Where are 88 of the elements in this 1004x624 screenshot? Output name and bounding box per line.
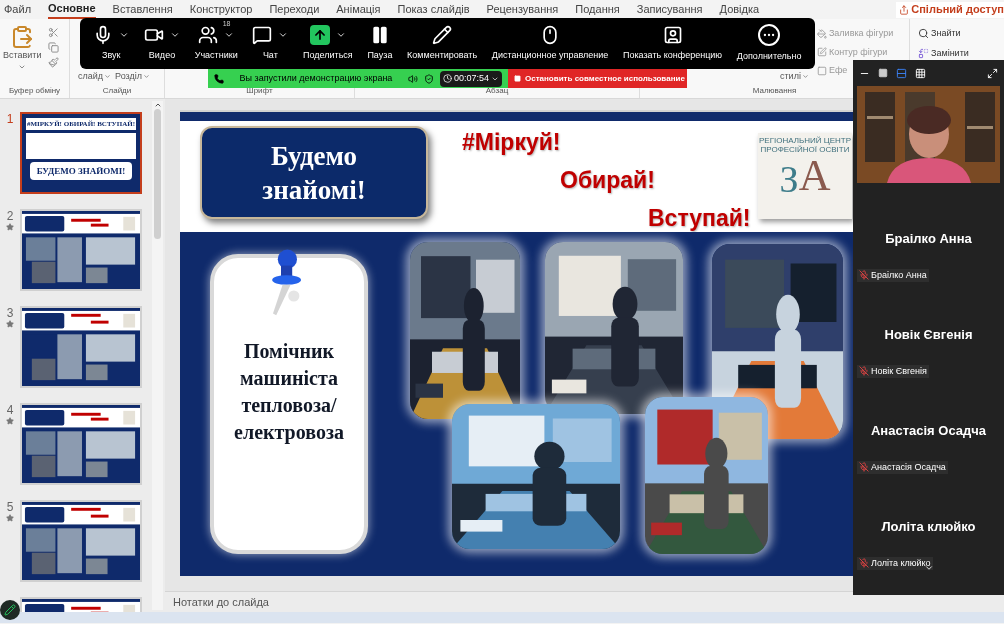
participant-label: Анастасія Осадча bbox=[857, 460, 948, 474]
grid-icon[interactable] bbox=[915, 67, 926, 79]
screen-person-icon bbox=[662, 24, 683, 45]
paint-bucket-icon bbox=[816, 28, 827, 39]
slide-number: 2 bbox=[6, 209, 14, 223]
logo-caption: РЕГІОНАЛЬНИЙ ЦЕНТР ПРОФЕСІЙНОЇ ОСВІТИ bbox=[759, 136, 851, 154]
slide-number: 1 bbox=[6, 112, 14, 126]
format-painter-icon[interactable] bbox=[47, 57, 59, 68]
slide-number: 4 bbox=[6, 403, 14, 417]
meeting-toolbar-button[interactable]: Поделиться bbox=[303, 24, 353, 63]
caret-icon bbox=[143, 72, 150, 80]
group-label: Малювання bbox=[751, 85, 798, 97]
replace-icon bbox=[918, 47, 929, 59]
styles-button[interactable]: стилі bbox=[780, 69, 809, 83]
stop-sharing-button[interactable]: Остановить совместное использование bbox=[508, 69, 687, 88]
meeting-toolbar-button[interactable]: Показать конференцию bbox=[622, 24, 723, 63]
group-label: Абзац bbox=[484, 85, 510, 97]
participant-name: Браілко Анна bbox=[884, 230, 973, 248]
slide-number: 3 bbox=[6, 306, 14, 320]
caret-icon bbox=[801, 72, 809, 80]
share-icon bbox=[899, 4, 910, 15]
participants-icon bbox=[198, 24, 219, 45]
speaker-icon bbox=[407, 73, 418, 84]
expand-icon[interactable] bbox=[987, 67, 998, 79]
scrollbar-thumb[interactable] bbox=[154, 109, 161, 239]
share-message: Вы запустили демонстрацию экрана bbox=[238, 71, 394, 85]
profession-title: Помічник машиніста тепловоза/ електровоза bbox=[233, 339, 345, 446]
ribbon-tab[interactable]: Переходи bbox=[269, 0, 320, 19]
ribbon-dropdown-button[interactable]: слайд bbox=[78, 69, 112, 83]
slogan-text: Вступай! bbox=[647, 204, 751, 233]
meeting-toolbar-button[interactable]: Видео bbox=[144, 24, 180, 63]
clipboard-icon bbox=[10, 25, 35, 49]
ribbon-tab[interactable]: Показ слайдів bbox=[397, 0, 470, 19]
share-button[interactable]: Спільний доступ bbox=[896, 1, 1004, 18]
logo-letter: З bbox=[779, 160, 799, 198]
pencil-icon bbox=[432, 24, 453, 45]
group-label: Слайди bbox=[101, 85, 133, 97]
slogan-text: #Міркуй! bbox=[462, 128, 562, 157]
shield-icon bbox=[423, 73, 434, 84]
pen-icon bbox=[4, 604, 16, 616]
timer[interactable]: 00:07:54 bbox=[439, 70, 502, 87]
group-label: Шрифт bbox=[245, 85, 274, 97]
meeting-toolbar-button[interactable]: Пауза bbox=[367, 24, 393, 63]
notes-placeholder[interactable]: Нотатки до слайда bbox=[173, 593, 269, 611]
outline-pen-icon bbox=[816, 47, 827, 58]
ribbon-tab[interactable]: Рецензування bbox=[486, 0, 559, 19]
search-icon bbox=[918, 28, 929, 40]
phone-icon bbox=[214, 73, 224, 84]
ribbon-tab[interactable]: Конструктор bbox=[189, 0, 253, 19]
meeting-toolbar-button[interactable]: Звук bbox=[93, 24, 130, 63]
participant-name: Лоліта клюйко bbox=[880, 518, 977, 536]
thumbnail-subtitle: БУДЕМО ЗНАЙОМІ! bbox=[30, 162, 132, 180]
scrollbar[interactable] bbox=[152, 101, 163, 610]
caret-icon bbox=[104, 72, 112, 80]
ribbon-tab[interactable]: Файл bbox=[4, 0, 32, 19]
stop-icon bbox=[514, 75, 521, 82]
participant-name: Анастасія Осадча bbox=[869, 422, 988, 440]
meeting-toolbar-button[interactable]: Комментировать bbox=[407, 24, 478, 63]
slide-number: 5 bbox=[6, 500, 14, 514]
square-icon bbox=[816, 65, 827, 76]
ribbon-dropdown-button[interactable]: Розділ bbox=[115, 69, 150, 83]
editing-button[interactable]: Знайти bbox=[918, 27, 1004, 41]
chat-icon bbox=[252, 24, 273, 45]
participant-label: Браілко Анна bbox=[857, 268, 929, 282]
more-icon bbox=[758, 23, 781, 46]
ribbon-tab[interactable]: Вставлення bbox=[112, 0, 173, 19]
speaker-view-icon[interactable] bbox=[896, 67, 907, 79]
participant-name: Новік Євгенія bbox=[883, 326, 974, 344]
participant-label: Новік Євгенія bbox=[857, 364, 929, 378]
meeting-toolbar-button[interactable]: Дистанционное управление bbox=[491, 24, 609, 63]
ribbon-tab[interactable]: Довідка bbox=[719, 0, 760, 19]
square-icon[interactable] bbox=[878, 68, 888, 78]
editing-button[interactable]: Замінити bbox=[918, 46, 1004, 60]
paste-button[interactable]: Вставити bbox=[3, 25, 42, 85]
ribbon-tab[interactable]: Записування bbox=[636, 0, 703, 19]
logo-letter: А bbox=[798, 154, 831, 198]
slide-heading: Будемо знайомі! bbox=[261, 139, 367, 207]
meeting-toolbar-button[interactable]: Чат bbox=[252, 24, 289, 63]
ribbon-tab[interactable]: Анімація bbox=[336, 0, 381, 19]
scroll-up-icon[interactable] bbox=[153, 101, 162, 109]
slogan-text: Обирай! bbox=[559, 166, 656, 195]
share-screen-icon bbox=[309, 24, 330, 45]
ribbon-tab[interactable]: Подання bbox=[575, 0, 620, 19]
cut-icon[interactable] bbox=[47, 27, 59, 38]
group-label: Буфер обміну bbox=[7, 85, 62, 97]
clock-icon bbox=[442, 74, 452, 83]
meeting-toolbar-button[interactable]: Дополнительно bbox=[736, 23, 802, 64]
participant-label: Лоліта клюйко bbox=[857, 556, 933, 570]
